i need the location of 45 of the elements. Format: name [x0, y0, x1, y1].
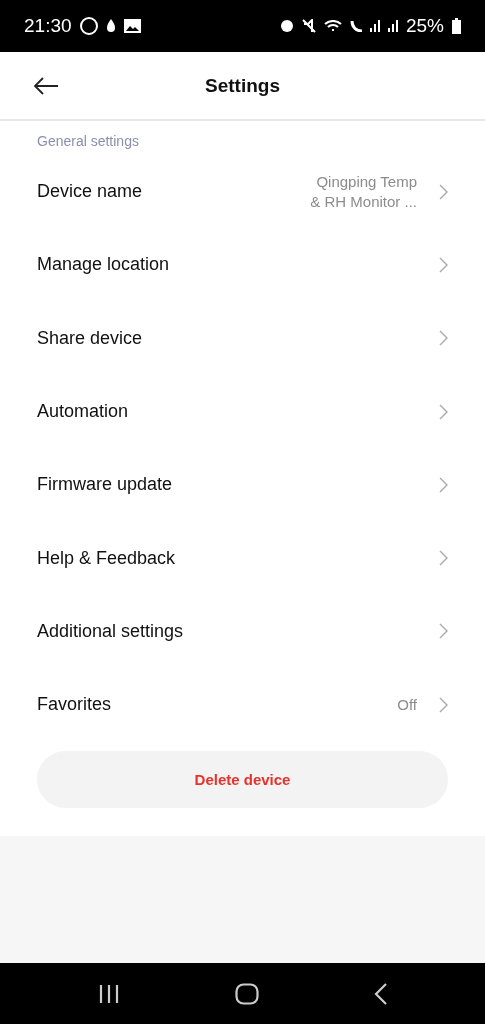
settings-row[interactable]: Device name Qingping Temp & RH Monitor ... [0, 155, 485, 229]
row-label: Favorites [37, 694, 113, 716]
settings-row[interactable]: Automation [0, 374, 485, 449]
circle-icon [79, 17, 98, 35]
row-label: Manage location [37, 254, 171, 276]
phone-icon [349, 20, 362, 32]
chevron-right-icon [439, 623, 448, 640]
signal-icon [369, 20, 380, 32]
clock-time: 21:30 [24, 15, 72, 37]
chevron-right-icon [439, 256, 448, 273]
settings-row[interactable]: Help & Feedback [0, 521, 485, 595]
row-label: Help & Feedback [37, 547, 177, 569]
settings-row[interactable]: Firmware update [0, 448, 485, 522]
row-label: Automation [37, 401, 130, 423]
chevron-right-icon [439, 183, 448, 200]
settings-row[interactable]: Share device [0, 301, 485, 375]
chevron-right-icon [439, 330, 448, 347]
chevron-right-icon [439, 403, 448, 420]
recent-apps-button[interactable] [97, 983, 120, 1004]
signal-icon [387, 20, 398, 32]
settings-row[interactable]: Favorites Off [0, 668, 485, 742]
home-button[interactable] [234, 982, 259, 1005]
row-value: Qingping Temp & RH Monitor ... [309, 171, 417, 212]
section-title: General settings [36, 132, 140, 151]
image-icon [123, 19, 141, 33]
delete-button[interactable]: Delete device [37, 751, 448, 809]
wifi-icon [323, 20, 342, 32]
chevron-right-icon [439, 696, 448, 713]
row-label: Share device [37, 327, 144, 349]
settings-row[interactable]: Manage location [0, 228, 485, 302]
alarm-icon [279, 19, 294, 33]
settings-row[interactable]: Additional settings [0, 594, 485, 669]
page-title: Settings [204, 74, 281, 97]
battery-percent: 25% [405, 15, 444, 37]
row-value: Off [397, 694, 417, 715]
row-label: Device name [37, 181, 144, 203]
back-nav-button[interactable] [373, 982, 388, 1005]
row-label: Firmware update [37, 474, 174, 496]
chevron-right-icon [439, 476, 448, 493]
back-arrow-icon [33, 76, 59, 95]
drop-icon [105, 19, 116, 33]
mute-icon [301, 19, 316, 33]
row-label: Additional settings [37, 620, 185, 642]
battery-icon [452, 18, 461, 34]
chevron-right-icon [439, 550, 448, 567]
